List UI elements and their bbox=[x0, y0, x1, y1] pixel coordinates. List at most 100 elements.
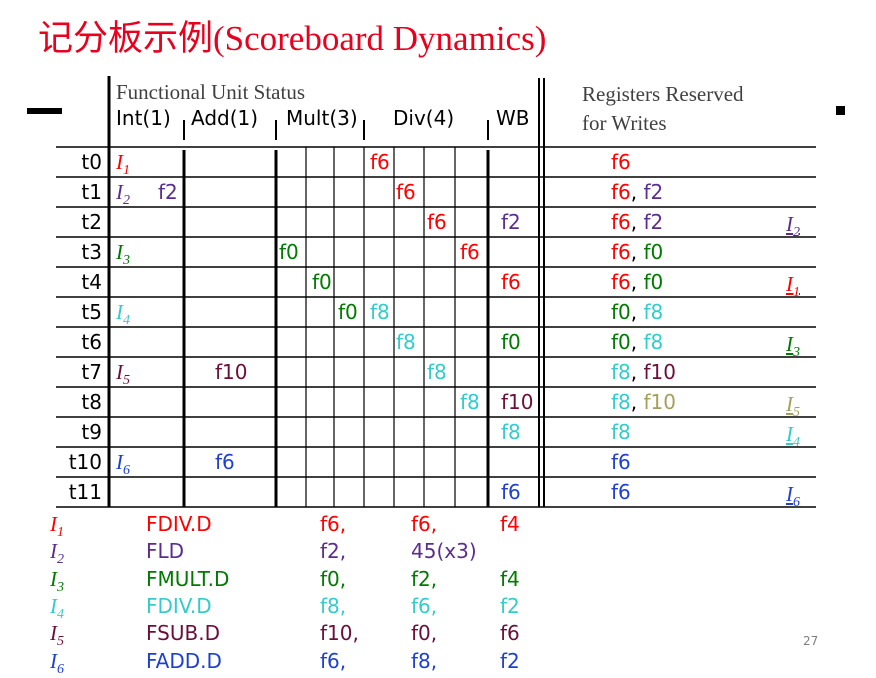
instruction-op: FADD.D bbox=[146, 648, 222, 673]
int-unit-instruction: I4 bbox=[116, 297, 130, 336]
register-separator: , bbox=[630, 180, 644, 204]
register-name: f6 bbox=[611, 240, 631, 264]
instruction-id: I2 bbox=[50, 539, 64, 568]
unit-cell-div1: f8 bbox=[370, 300, 390, 324]
int-unit-instruction: I6 bbox=[116, 447, 130, 486]
unit-cell-div1: f6 bbox=[370, 150, 390, 174]
page-number: 27 bbox=[803, 634, 819, 648]
register-separator: , bbox=[630, 270, 644, 294]
unit-cell-mult2: f0 bbox=[312, 270, 332, 294]
instruction-b: f6, bbox=[411, 512, 438, 536]
reserved-registers: f6, f2 bbox=[611, 207, 663, 237]
completed-instruction: I1 bbox=[786, 272, 800, 301]
register-name: f2 bbox=[643, 210, 664, 234]
register-name: f6 bbox=[611, 270, 631, 294]
instruction-id: I1 bbox=[116, 150, 130, 179]
completed-instruction: I6 bbox=[786, 482, 800, 511]
instruction-id: I3 bbox=[116, 240, 130, 269]
instruction-op: FDIV.D bbox=[146, 512, 212, 536]
int-unit-instruction: I3 bbox=[116, 237, 130, 276]
unit-cell-div4: f8 bbox=[460, 390, 480, 414]
unit-cell-div2: f8 bbox=[396, 330, 416, 354]
register-separator: , bbox=[630, 360, 644, 384]
time-label: t8 bbox=[81, 390, 102, 414]
instruction-a: f0, bbox=[320, 566, 347, 591]
scoreboard-grid bbox=[56, 76, 816, 508]
reserved-registers: f6 bbox=[611, 477, 631, 507]
register-name: f8 bbox=[611, 420, 631, 444]
int-unit-dest: f2 bbox=[158, 180, 178, 204]
instruction-b: 45(x3) bbox=[411, 539, 477, 564]
reserved-registers: f6 bbox=[611, 147, 631, 177]
unit-cell-wb: f10 bbox=[501, 390, 534, 414]
reserved-registers: f6, f0 bbox=[611, 237, 663, 267]
instruction-op: FDIV.D bbox=[146, 593, 212, 618]
time-label: t0 bbox=[81, 150, 102, 174]
register-separator: , bbox=[630, 210, 644, 234]
completed-instruction: I4 bbox=[786, 422, 800, 451]
time-label: t1 bbox=[81, 180, 102, 204]
register-name: f6 bbox=[611, 210, 631, 234]
register-name: f0 bbox=[643, 240, 664, 264]
instruction-id: I5 bbox=[50, 621, 64, 650]
register-name: f6 bbox=[611, 150, 631, 174]
instruction-d: f6 bbox=[500, 621, 520, 646]
instruction-a: f6, bbox=[320, 648, 347, 673]
instruction-a: f10, bbox=[320, 621, 359, 646]
completed-instruction: I2 bbox=[786, 212, 800, 241]
instruction-op: FMULT.D bbox=[146, 566, 230, 591]
register-name: f8 bbox=[643, 330, 664, 354]
time-label: t7 bbox=[81, 360, 102, 384]
time-label: t4 bbox=[81, 270, 102, 294]
reserved-registers: f8 bbox=[611, 417, 631, 447]
instruction-id: I1 bbox=[50, 512, 64, 541]
register-name: f8 bbox=[611, 360, 631, 384]
reserved-registers: f8, f10 bbox=[611, 387, 676, 417]
unit-cell-div4: f6 bbox=[460, 240, 480, 264]
register-name: f0 bbox=[611, 330, 631, 354]
completed-instruction: I3 bbox=[786, 332, 800, 361]
time-label: t2 bbox=[81, 210, 102, 234]
instruction-op: FLD bbox=[146, 539, 185, 564]
unit-cell-wb: f6 bbox=[501, 480, 521, 504]
unit-cell-wb: f8 bbox=[501, 420, 521, 444]
time-label: t3 bbox=[81, 240, 102, 264]
unit-cell-div3: f6 bbox=[427, 210, 447, 234]
register-separator: , bbox=[630, 390, 644, 414]
instruction-id: I2 bbox=[116, 180, 130, 209]
register-name: f0 bbox=[643, 270, 664, 294]
reserved-registers: f6, f2 bbox=[611, 177, 663, 207]
reserved-registers: f0, f8 bbox=[611, 297, 663, 327]
time-label: t11 bbox=[68, 480, 102, 504]
instruction-id: I4 bbox=[50, 593, 64, 623]
instruction-d: f4 bbox=[500, 512, 520, 536]
instruction-id: I6 bbox=[50, 648, 64, 677]
time-label: t9 bbox=[81, 420, 102, 444]
instruction-id: I3 bbox=[50, 566, 64, 595]
register-name: f6 bbox=[611, 180, 631, 204]
instruction-a: f8, bbox=[320, 593, 347, 618]
register-name: f2 bbox=[643, 180, 664, 204]
unit-cell-add: f10 bbox=[215, 360, 248, 384]
instruction-b: f0, bbox=[411, 621, 438, 646]
instruction-b: f2, bbox=[411, 566, 438, 591]
register-name: f8 bbox=[643, 300, 664, 324]
unit-cell-mult1: f0 bbox=[279, 240, 299, 264]
instruction-a: f6, bbox=[320, 512, 347, 536]
register-name: f6 bbox=[611, 450, 631, 474]
unit-cell-div3: f8 bbox=[427, 360, 447, 384]
instruction-d: f4 bbox=[500, 566, 520, 591]
instruction-b: f6, bbox=[411, 593, 438, 618]
unit-cell-wb: f2 bbox=[501, 210, 521, 234]
unit-cell-wb: f6 bbox=[501, 270, 521, 294]
int-unit-instruction: I5 bbox=[116, 357, 130, 396]
instruction-b: f8, bbox=[411, 648, 438, 673]
instruction-a: f2, bbox=[320, 539, 347, 564]
register-name: f10 bbox=[643, 390, 676, 414]
unit-cell-div2: f6 bbox=[396, 180, 416, 204]
unit-cell-wb: f0 bbox=[501, 330, 521, 354]
reserved-registers: f6, f0 bbox=[611, 267, 663, 297]
instruction-id: I4 bbox=[116, 300, 130, 329]
int-unit-instruction: I2 bbox=[116, 177, 130, 216]
reserved-registers: f0, f8 bbox=[611, 327, 663, 357]
